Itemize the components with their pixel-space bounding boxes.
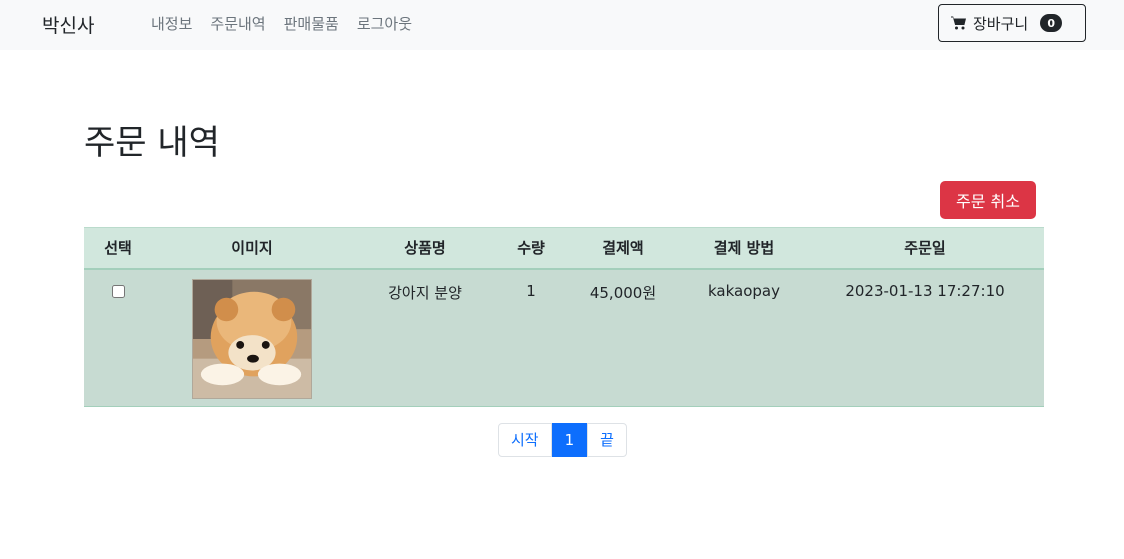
pagination: 시작 1 끝 xyxy=(498,423,627,457)
cell-image xyxy=(152,268,352,407)
pagination-last[interactable]: 끝 xyxy=(587,423,627,457)
nav-links: 내정보 주문내역 판매물품 로그아웃 xyxy=(151,13,412,34)
header-order-date: 주문일 xyxy=(806,227,1044,270)
nav-link-logout[interactable]: 로그아웃 xyxy=(357,13,412,34)
page-title: 주문 내역 xyxy=(84,123,220,163)
cell-order-date: 2023-01-13 17:27:10 xyxy=(806,268,1044,407)
cell-product-name: 강아지 분양 xyxy=(352,268,498,407)
nav-link-order-history[interactable]: 주문내역 xyxy=(210,13,265,34)
row-select-checkbox[interactable] xyxy=(111,284,125,298)
product-image[interactable] xyxy=(192,278,312,399)
pagination-page-1[interactable]: 1 xyxy=(551,423,588,457)
cart-count-badge: 0 xyxy=(1040,14,1063,32)
header-payment-method: 결제 방법 xyxy=(682,227,806,270)
table-header-row: 선택 이미지 상품명 수량 결제액 결제 방법 주문일 xyxy=(84,227,1044,270)
header-amount: 결제액 xyxy=(564,227,682,270)
nav-link-my-info[interactable]: 내정보 xyxy=(151,13,192,34)
cell-payment-method: kakaopay xyxy=(682,268,806,407)
cart-icon xyxy=(951,16,966,30)
header-image: 이미지 xyxy=(152,227,352,270)
cell-quantity: 1 xyxy=(498,268,564,407)
cart-label: 장바구니 xyxy=(973,14,1029,33)
cancel-order-button[interactable]: 주문 취소 xyxy=(940,181,1036,219)
orders-table: 선택 이미지 상품명 수량 결제액 결제 방법 주문일 강아지 분양 1 45,… xyxy=(84,227,1044,407)
cell-amount: 45,000원 xyxy=(564,268,682,407)
navbar: 박신사 내정보 주문내역 판매물품 로그아웃 장바구니 0 xyxy=(0,0,1124,50)
nav-link-sales-items[interactable]: 판매물품 xyxy=(284,13,339,34)
brand-logo[interactable]: 박신사 xyxy=(42,11,94,38)
cart-button[interactable]: 장바구니 0 xyxy=(938,4,1086,42)
table-row: 강아지 분양 1 45,000원 kakaopay 2023-01-13 17:… xyxy=(84,268,1044,407)
pagination-first[interactable]: 시작 xyxy=(498,423,552,457)
header-quantity: 수량 xyxy=(498,227,564,270)
header-product-name: 상품명 xyxy=(352,227,498,270)
cell-select xyxy=(84,268,152,407)
header-select: 선택 xyxy=(84,227,152,270)
